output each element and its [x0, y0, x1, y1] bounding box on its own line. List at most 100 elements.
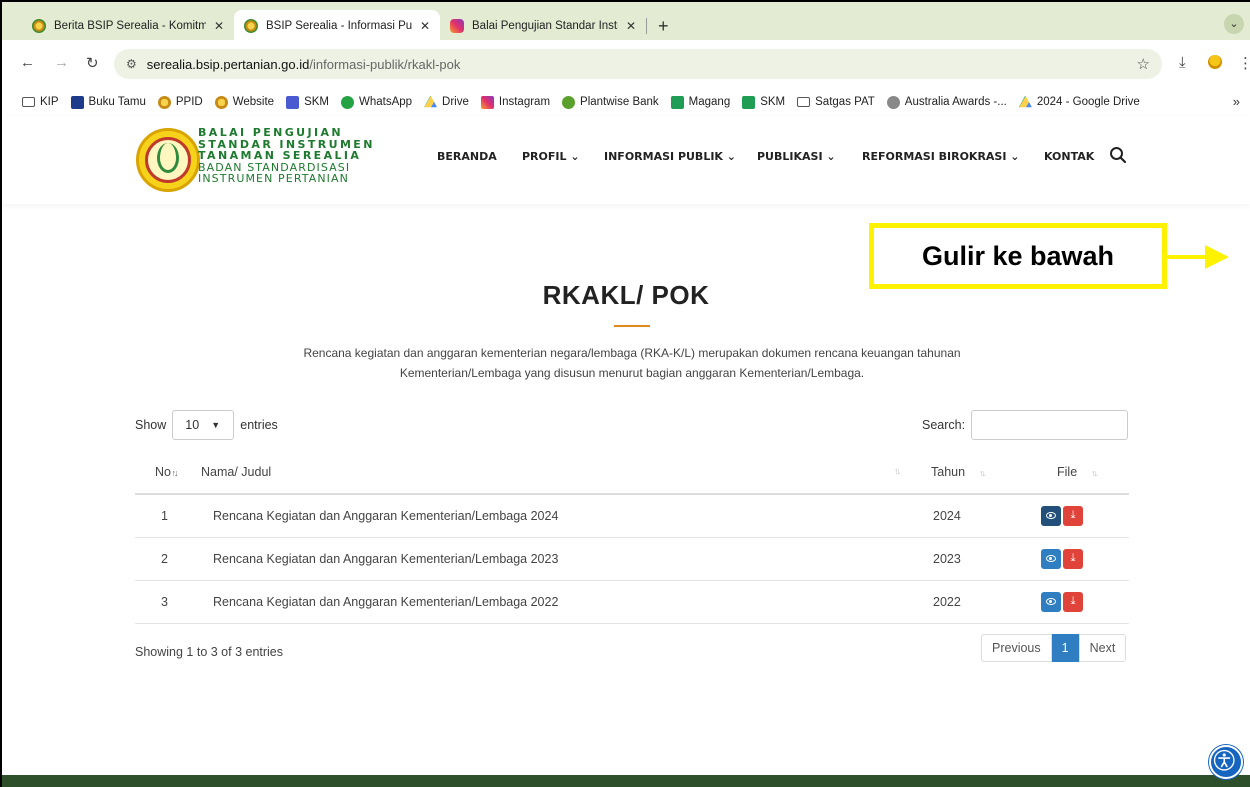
column-header-file[interactable]: File ↑↓: [1023, 450, 1129, 495]
bookmark-label: Plantwise Bank: [580, 96, 659, 108]
bookmark-plantwise[interactable]: Plantwise Bank: [562, 95, 659, 109]
bookmark-kip[interactable]: KIP: [22, 96, 59, 108]
nav-informasi-publik[interactable]: INFORMASI PUBLIK ⌄: [604, 150, 736, 163]
download-icon: ⤓: [1070, 509, 1076, 522]
new-tab-button[interactable]: +: [658, 16, 669, 37]
entries-select-value: 10: [185, 418, 200, 432]
bsip-logo-icon: [214, 95, 228, 109]
bookmark-skm[interactable]: SKM: [286, 95, 329, 109]
view-button[interactable]: [1041, 591, 1061, 612]
instagram-icon: [450, 19, 464, 33]
address-bar[interactable]: ⚙ serealia.bsip.pertanian.go.id/informas…: [114, 49, 1162, 79]
forward-arrow-icon[interactable]: →: [54, 54, 69, 71]
tab-title: BSIP Serealia - Informasi Publ: [266, 20, 412, 32]
download-button[interactable]: ⤓: [1063, 591, 1083, 612]
bookmark-google-drive-2024[interactable]: 2024 - Google Drive: [1018, 95, 1140, 109]
table-info: Showing 1 to 3 of 3 entries: [135, 645, 284, 659]
entries-label: entries: [240, 418, 278, 432]
bookmark-australia-awards[interactable]: Australia Awards -...: [886, 95, 1007, 109]
bookmark-magang[interactable]: Magang: [670, 95, 730, 109]
title-underline: [614, 325, 650, 327]
site-header: BALAI PENGUJIAN STANDAR INSTRUMEN TANAMA…: [2, 116, 1250, 204]
nav-kontak[interactable]: KONTAK: [1044, 150, 1094, 163]
folder-icon: [22, 97, 35, 107]
cell-year: 2023: [913, 537, 1023, 581]
accessibility-button[interactable]: [1209, 745, 1243, 779]
plus-sheet-icon: [670, 95, 684, 109]
download-button[interactable]: ⤓: [1063, 548, 1083, 569]
site-settings-icon[interactable]: ⚙: [126, 57, 137, 71]
entries-length-control: Show 10 ▼ entries: [135, 410, 278, 440]
nav-profil[interactable]: PROFIL ⌄: [522, 150, 580, 163]
tab-search-chevron-icon[interactable]: ⌄: [1224, 14, 1244, 34]
bookmark-icon: [70, 95, 84, 109]
table-row: 1 Rencana Kegiatan dan Anggaran Kementer…: [135, 494, 1129, 538]
cell-name: Rencana Kegiatan dan Anggaran Kementeria…: [193, 580, 913, 624]
download-icon[interactable]: ⤓: [1179, 54, 1186, 71]
brand-line: TANAMAN SEREALIA: [198, 149, 362, 162]
chevron-down-icon: ▼: [211, 420, 221, 430]
table-search-input[interactable]: [971, 410, 1129, 440]
bookmark-ppid[interactable]: PPID: [157, 95, 203, 109]
nav-reformasi-birokrasi[interactable]: REFORMASI BIROKRASI ⌄: [862, 150, 1020, 163]
browser-tab-active[interactable]: BSIP Serealia - Informasi Publ ✕: [234, 10, 440, 42]
profile-avatar-icon[interactable]: [1208, 55, 1222, 69]
bookmark-drive[interactable]: Drive: [424, 95, 469, 109]
callout-arrow-shaft: [1167, 255, 1207, 259]
search-icon[interactable]: [1109, 146, 1127, 164]
bsip-logo-icon: [32, 19, 46, 33]
column-header-name[interactable]: Nama/ Judul ↑↓: [193, 450, 913, 495]
bookmark-website[interactable]: Website: [214, 95, 275, 109]
header-label: Tahun: [931, 464, 966, 479]
bookmark-label: 2024 - Google Drive: [1036, 96, 1140, 108]
bookmark-satgas-pat[interactable]: Satgas PAT: [797, 96, 875, 108]
bookmark-skm-2[interactable]: SKM: [742, 95, 785, 109]
bookmarks-overflow-icon[interactable]: »: [1233, 94, 1240, 109]
view-button[interactable]: [1041, 548, 1061, 569]
sheet-icon: [286, 95, 300, 109]
bookmarks-bar: KIP Buku Tamu PPID Website SKM WhatsApp …: [0, 88, 1250, 116]
bookmark-star-icon[interactable]: ☆: [1137, 55, 1150, 73]
cell-file: ⤓: [1023, 494, 1129, 538]
browser-tab[interactable]: Berita BSIP Serealia - Komitm ✕: [22, 10, 234, 42]
entries-select[interactable]: 10 ▼: [172, 410, 235, 440]
column-header-year[interactable]: Tahun ↑↓: [913, 450, 1023, 495]
browser-toolbar: ← → ↻ ⚙ serealia.bsip.pertanian.go.id/in…: [0, 40, 1250, 88]
callout-text: Gulir ke bawah: [921, 240, 1115, 271]
cell-no: 3: [135, 580, 193, 624]
view-button[interactable]: [1041, 505, 1061, 526]
cell-name: Rencana Kegiatan dan Anggaran Kementeria…: [193, 494, 913, 538]
pagination-page-current[interactable]: 1: [1051, 634, 1079, 662]
nav-beranda[interactable]: BERANDA: [437, 150, 497, 163]
bookmark-label: WhatsApp: [358, 96, 413, 108]
bookmark-label: Website: [232, 96, 275, 108]
award-icon: [886, 95, 900, 109]
pagination-next[interactable]: Next: [1078, 634, 1127, 662]
whatsapp-icon: [340, 95, 354, 109]
nav-publikasi[interactable]: PUBLIKASI ⌄: [757, 150, 836, 163]
table-row: 2 Rencana Kegiatan dan Anggaran Kementer…: [135, 537, 1129, 581]
download-button[interactable]: ⤓: [1063, 505, 1083, 526]
reload-icon[interactable]: ↻: [86, 54, 99, 72]
bookmark-instagram[interactable]: Instagram: [480, 95, 550, 109]
bsip-logo-icon[interactable]: [136, 128, 200, 192]
close-tab-icon[interactable]: ✕: [214, 19, 224, 33]
close-tab-icon[interactable]: ✕: [626, 19, 636, 33]
browser-tab[interactable]: Balai Pengujian Standar Instru ✕: [440, 10, 646, 42]
header-label: File: [1057, 464, 1078, 479]
right-arrow-icon: [1205, 245, 1229, 269]
logo-plant-icon: [157, 143, 179, 173]
browser-menu-icon[interactable]: ⋮: [1238, 54, 1250, 72]
footer-strip: [2, 775, 1250, 787]
column-header-no[interactable]: No ↑↓: [135, 450, 193, 495]
site-brand[interactable]: BALAI PENGUJIAN STANDAR INSTRUMEN TANAMA…: [198, 127, 375, 185]
header-label: No: [155, 464, 171, 479]
bookmark-whatsapp[interactable]: WhatsApp: [340, 95, 413, 109]
sort-icon: ↑↓: [1091, 467, 1098, 478]
bookmark-buku-tamu[interactable]: Buku Tamu: [70, 95, 146, 109]
close-tab-icon[interactable]: ✕: [420, 19, 430, 33]
sort-icon: ↑↓: [894, 466, 901, 476]
pagination-previous[interactable]: Previous: [981, 634, 1052, 662]
back-arrow-icon[interactable]: ←: [20, 54, 35, 71]
tab-title: Berita BSIP Serealia - Komitm: [54, 20, 206, 32]
